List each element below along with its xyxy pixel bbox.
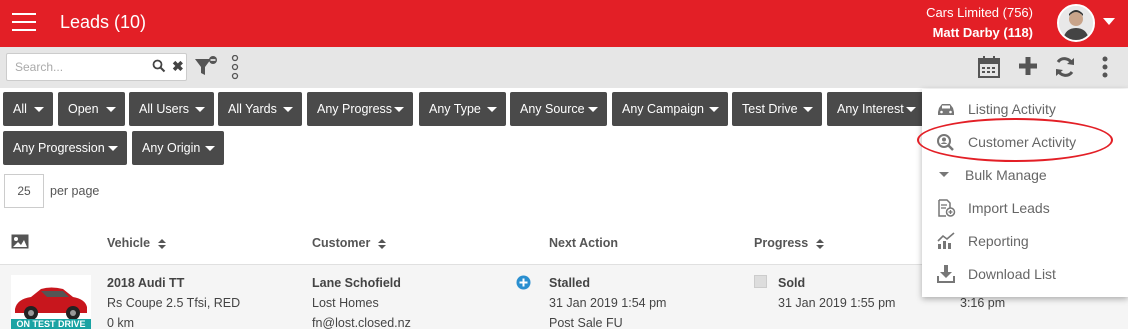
caret-down-icon	[205, 146, 215, 151]
sort-icon[interactable]	[816, 238, 825, 249]
clear-search-icon[interactable]: ✖	[172, 58, 184, 75]
caret-down-icon	[283, 107, 293, 112]
toolbar: ✖	[0, 47, 1128, 88]
search-box: ✖	[6, 53, 187, 81]
caret-down-icon	[394, 107, 404, 112]
app-header: Leads (10) Cars Limited (756) Matt Darby…	[0, 0, 1128, 47]
caret-down-icon	[34, 107, 44, 112]
import-icon	[936, 199, 956, 217]
menu-item-label: Listing Activity	[968, 101, 1056, 117]
account-user[interactable]: Matt Darby (118)	[933, 25, 1033, 40]
test-drive-tag: ON TEST DRIVE	[11, 319, 91, 329]
page-title: Leads (10)	[60, 12, 147, 32]
filter-campaign-button[interactable]: Any Campaign	[612, 92, 728, 126]
vehicle-odometer: 0 km	[107, 316, 135, 330]
menu-item-bulk-manage[interactable]: Bulk Manage	[922, 158, 1128, 191]
caret-down-icon	[108, 146, 118, 151]
next-action-note: Post Sale FU	[549, 316, 623, 330]
filter-remove-icon[interactable]	[193, 55, 219, 84]
highlight-annotation-circle	[917, 118, 1113, 162]
progress-status: Sold	[778, 276, 806, 290]
caret-down-icon	[803, 107, 813, 112]
filter-users-button[interactable]: All Users	[129, 92, 214, 126]
search-icon[interactable]	[152, 59, 166, 78]
caret-down-icon	[936, 166, 956, 184]
customer-company: Lost Homes	[312, 296, 379, 310]
add-icon[interactable]	[1017, 55, 1039, 82]
caret-down-icon	[906, 107, 916, 112]
column-header-progress[interactable]: Progress	[754, 236, 825, 250]
add-circle-icon[interactable]	[516, 275, 531, 295]
column-header-next-action[interactable]: Next Action	[549, 236, 618, 250]
customer-name[interactable]: Lane Schofield	[312, 276, 401, 290]
more-options-icon[interactable]	[1100, 55, 1110, 84]
sort-icon[interactable]	[378, 238, 387, 249]
filter-type-button[interactable]: Any Type	[419, 92, 506, 126]
vehicle-title[interactable]: 2018 Audi TT	[107, 276, 184, 290]
menu-item-label: Reporting	[968, 233, 1029, 249]
progress-date: 31 Jan 2019 1:55 pm	[778, 296, 896, 310]
menu-item-label: Import Leads	[968, 200, 1050, 216]
next-action-status: Stalled	[549, 276, 590, 290]
chart-icon	[936, 232, 956, 250]
menu-item-label: Download List	[968, 266, 1056, 282]
per-page-select[interactable]: 25	[4, 174, 44, 208]
avatar[interactable]	[1057, 4, 1095, 42]
caret-down-icon	[487, 107, 497, 112]
caret-down-icon	[106, 107, 116, 112]
progress-checkbox[interactable]	[754, 275, 767, 288]
filter-yards-button[interactable]: All Yards	[218, 92, 302, 126]
filter-source-button[interactable]: Any Source	[510, 92, 607, 126]
caret-down-icon	[588, 107, 598, 112]
per-page-label: per page	[50, 184, 100, 198]
hamburger-menu-icon[interactable]	[12, 13, 36, 33]
column-header-customer[interactable]: Customer	[312, 236, 387, 250]
column-header-vehicle[interactable]: Vehicle	[107, 236, 167, 250]
next-action-date: 31 Jan 2019 1:54 pm	[549, 296, 667, 310]
filter-all-button[interactable]: All	[3, 92, 53, 126]
row-extra-time: 3:16 pm	[960, 296, 1006, 310]
search-input[interactable]	[7, 54, 147, 80]
filter-status-button[interactable]: Open	[58, 92, 125, 126]
calendar-icon[interactable]	[977, 55, 1001, 84]
refresh-icon[interactable]	[1053, 55, 1077, 84]
vehicle-description: Rs Coupe 2.5 Tfsi, RED	[107, 296, 241, 310]
account-company[interactable]: Cars Limited (756)	[926, 5, 1033, 20]
columns-toggle-icon[interactable]	[228, 54, 242, 86]
account-chevron-down-icon[interactable]	[1103, 18, 1115, 25]
sort-icon[interactable]	[158, 238, 167, 249]
filter-test-drive-button[interactable]: Test Drive	[732, 92, 822, 126]
car-icon	[936, 100, 956, 118]
filter-progression-button[interactable]: Any Progression	[3, 131, 127, 165]
filter-origin-button[interactable]: Any Origin	[132, 131, 224, 165]
menu-item-reporting[interactable]: Reporting	[922, 224, 1128, 257]
menu-item-import-leads[interactable]: Import Leads	[922, 191, 1128, 224]
caret-down-icon	[195, 107, 205, 112]
filter-interest-button[interactable]: Any Interest	[827, 92, 925, 126]
filter-progress-button[interactable]: Any Progress	[307, 92, 413, 126]
customer-email[interactable]: fn@lost.closed.nz	[312, 316, 411, 330]
menu-item-label: Bulk Manage	[965, 167, 1047, 183]
caret-down-icon	[709, 107, 719, 112]
menu-item-download-list[interactable]: Download List	[922, 257, 1128, 290]
image-column-icon	[11, 234, 29, 254]
download-icon	[936, 265, 956, 283]
